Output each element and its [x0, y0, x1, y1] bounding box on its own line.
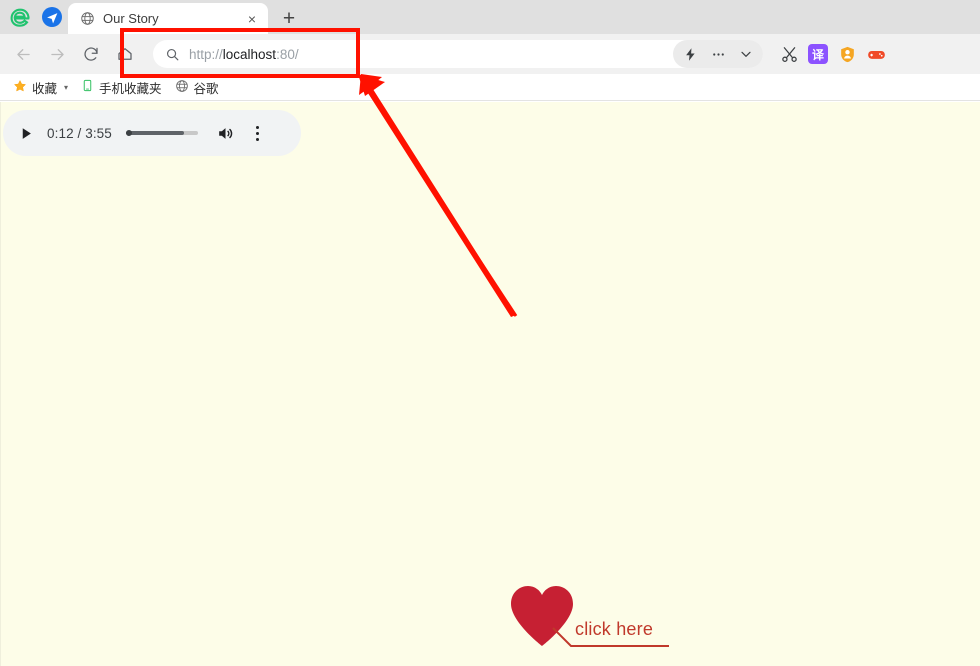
volume-slider-fill	[125, 131, 184, 135]
address-bar[interactable]: http://localhost:80/	[153, 40, 763, 68]
address-bar-url: http://localhost:80/	[189, 47, 299, 62]
url-host: localhost	[222, 46, 277, 62]
forward-icon[interactable]	[42, 39, 72, 69]
url-rest: :80/	[276, 46, 299, 62]
navigation-toolbar: http://localhost:80/ 译	[0, 34, 980, 74]
tab-strip: Our Story × +	[0, 0, 980, 34]
game-controller-icon[interactable]	[866, 44, 886, 64]
brand-icon-group	[0, 0, 68, 34]
volume-slider[interactable]	[125, 130, 198, 136]
extension-icon-group: 译	[779, 44, 886, 64]
play-icon[interactable]	[17, 124, 35, 142]
bookmark-label: 手机收藏夹	[99, 81, 162, 96]
close-icon[interactable]: ×	[244, 11, 260, 27]
lightning-icon[interactable]	[677, 42, 703, 66]
star-icon	[13, 79, 27, 96]
globe-icon	[175, 79, 189, 96]
click-here-link[interactable]: click here	[509, 584, 674, 650]
chevron-down-icon[interactable]: ▾	[64, 83, 68, 92]
tab-title: Our Story	[103, 11, 159, 26]
address-bar-actions	[673, 40, 763, 68]
heart-icon[interactable]	[509, 584, 674, 650]
more-dots-icon[interactable]	[705, 42, 731, 66]
bookmark-google[interactable]: 谷歌	[170, 76, 224, 99]
send-to-icon[interactable]	[42, 7, 62, 27]
translate-icon[interactable]: 译	[808, 44, 828, 64]
bookmarks-bar: 收藏 ▾ 手机收藏夹 谷歌	[0, 74, 980, 101]
search-icon	[165, 47, 180, 62]
browser-tab[interactable]: Our Story ×	[68, 3, 268, 34]
phone-icon	[81, 79, 94, 95]
bookmark-mobile[interactable]: 手机收藏夹	[76, 76, 167, 99]
bookmark-label: 收藏	[32, 81, 58, 96]
bookmark-favorites[interactable]: 收藏 ▾	[8, 76, 73, 99]
browser-logo-e-icon[interactable]	[8, 5, 32, 29]
home-icon[interactable]	[110, 39, 140, 69]
new-tab-button[interactable]: +	[274, 3, 304, 33]
click-here-label[interactable]: click here	[575, 619, 653, 640]
scissors-icon[interactable]	[779, 44, 799, 64]
page-content: 0:12 / 3:55 click here	[0, 102, 980, 666]
back-icon[interactable]	[8, 39, 38, 69]
globe-icon	[80, 11, 95, 26]
audio-player[interactable]: 0:12 / 3:55	[3, 110, 301, 156]
reload-icon[interactable]	[76, 39, 106, 69]
shield-icon[interactable]	[837, 44, 857, 64]
bookmark-label: 谷歌	[193, 81, 219, 96]
kebab-menu-icon[interactable]	[250, 123, 266, 143]
audio-time-display: 0:12 / 3:55	[47, 125, 112, 141]
address-bar-container: http://localhost:80/	[153, 40, 763, 68]
chevron-down-icon[interactable]	[733, 42, 759, 66]
volume-slider-handle[interactable]	[125, 130, 132, 136]
url-scheme: http://	[189, 46, 223, 62]
speaker-icon[interactable]	[216, 123, 236, 143]
